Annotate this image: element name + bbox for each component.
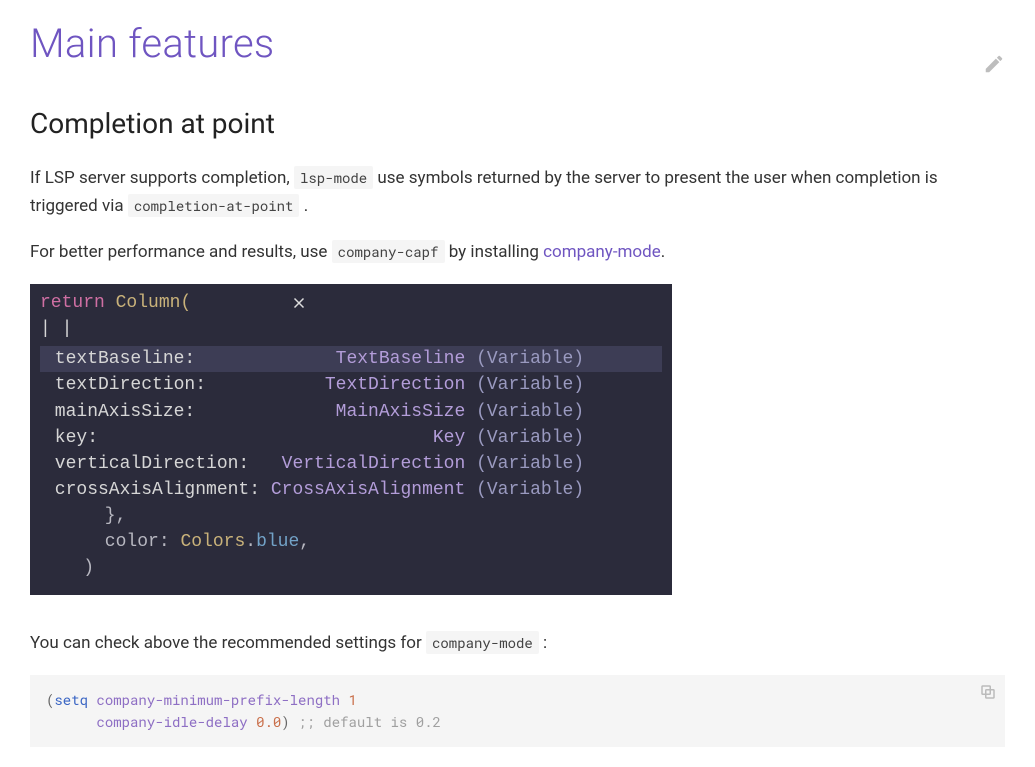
elisp-codeblock: (setq company-minimum-prefix-length 1 co… [30,675,1005,746]
editor-line: return Column( [40,290,662,316]
close-icon [290,294,308,321]
keyword-return: return [40,293,105,313]
text: blue [256,532,299,552]
completion-item[interactable]: crossAxisAlignment: CrossAxisAlignment (… [40,477,662,503]
text: by installing [449,242,543,262]
completion-detail: VerticalDirection (Variable) [271,451,658,477]
copy-icon[interactable] [979,683,997,707]
completion-label: mainAxisSize: [44,399,271,425]
code-company-mode: company-mode [426,631,539,654]
title-row: Main features [30,20,1005,107]
text: : [543,633,547,653]
completion-label: textDirection: [44,372,271,398]
editor-line: }, [40,503,662,529]
completion-detail: TextBaseline (Variable) [271,346,658,372]
text: . [661,242,665,262]
completion-detail: Key (Variable) [271,425,658,451]
intro-paragraph-1: If LSP server supports completion, lsp-m… [30,164,1005,220]
code-company-capf: company-capf [332,240,445,263]
editor-cursor-line: | | [40,316,662,342]
completion-label: verticalDirection: [44,451,271,477]
completion-detail: CrossAxisAlignment (Variable) [271,477,658,503]
completion-item[interactable]: textBaseline: TextBaseline (Variable) [40,346,662,372]
completion-detail: MainAxisSize (Variable) [271,399,658,425]
editor-screenshot: return Column( | | textBaseline: TextBas… [30,284,672,595]
text: If LSP server supports completion, [30,168,294,188]
page-title: Main features [30,20,275,67]
editor-line: ) [40,555,662,581]
text: . [245,532,256,552]
completion-item[interactable]: verticalDirection: VerticalDirection (Va… [40,451,662,477]
number: 0.0 [256,712,281,731]
indent [46,712,96,731]
code-completion-at-point: completion-at-point [128,194,300,217]
number: 1 [348,690,356,709]
after-paragraph: You can check above the recommended sett… [30,629,1005,657]
section-title: Completion at point [30,107,1005,140]
code-lsp-mode: lsp-mode [294,166,373,189]
completion-label: textBaseline: [44,346,271,372]
comment: ;; default is 0.2 [290,712,441,731]
completion-item[interactable]: key: Key (Variable) [40,425,662,451]
completion-item[interactable]: mainAxisSize: MainAxisSize (Variable) [40,399,662,425]
text: Colors [180,532,245,552]
paren: ) [281,712,289,731]
editor-line: color: Colors.blue, [40,529,662,555]
text: You can check above the recommended sett… [30,633,426,653]
edit-icon[interactable] [983,53,1005,75]
completion-detail: TextDirection (Variable) [271,372,658,398]
symbol: company-minimum-prefix-length [96,690,340,709]
type-column: Column( [105,293,191,313]
intro-paragraph-2: For better performance and results, use … [30,238,1005,266]
completion-item[interactable]: textDirection: TextDirection (Variable) [40,372,662,398]
text: color: [40,532,180,552]
text: For better performance and results, use [30,242,332,262]
text: . [304,196,308,216]
completion-label: key: [44,425,271,451]
link-company-mode[interactable]: company-mode [543,242,661,262]
completion-popup: textBaseline: TextBaseline (Variable) te… [40,346,662,503]
text: , [299,532,310,552]
completion-label: crossAxisAlignment: [44,477,271,503]
symbol: company-idle-delay [96,712,247,731]
symbol-setq: setq [54,690,88,709]
